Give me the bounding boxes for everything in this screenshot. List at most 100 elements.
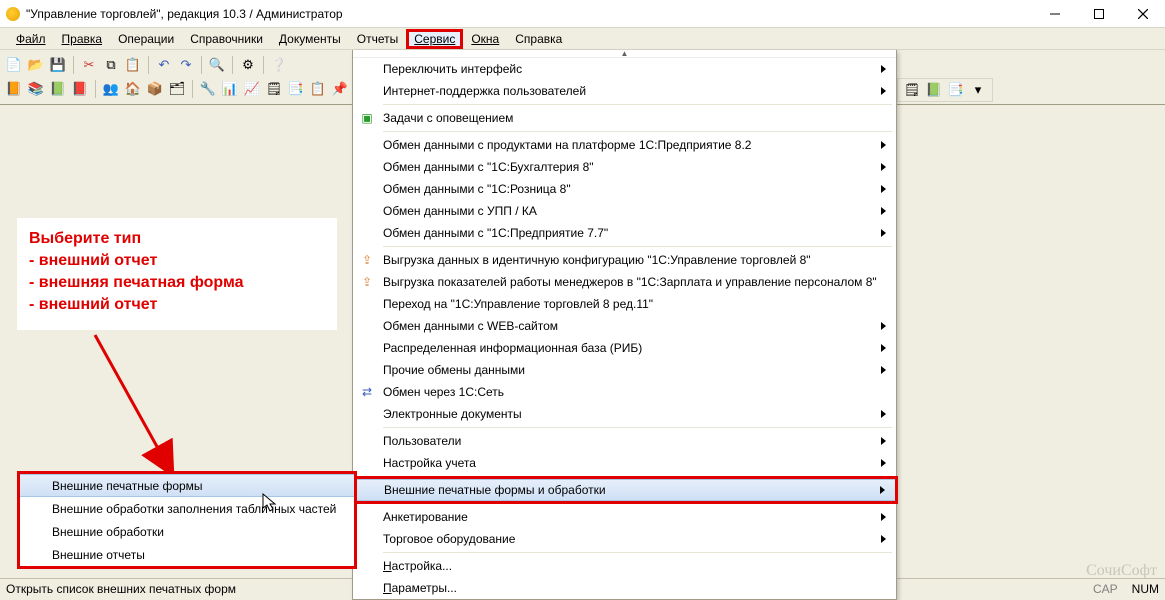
submenu-item[interactable]: Внешние обработки — [20, 520, 354, 543]
tb-copy-icon[interactable]: ⧉ — [101, 55, 121, 75]
status-indicators: CAP NUM — [1093, 582, 1159, 596]
tb-b-icon[interactable]: 📚 — [26, 79, 46, 99]
dropdown-item[interactable]: Внешние печатные формы и обработки — [354, 479, 895, 501]
dropdown-item-label: Обмен данными с продуктами на платформе … — [383, 138, 751, 152]
close-icon — [1138, 9, 1148, 19]
tb-g-icon[interactable]: 📦 — [145, 79, 165, 99]
dropdown-item[interactable]: Параметры... — [353, 577, 896, 599]
dropdown-item[interactable]: Анкетирование — [353, 506, 896, 528]
dropdown-item[interactable]: ▣Задачи с оповещением — [353, 107, 896, 129]
submenu-item[interactable]: Внешние отчеты — [20, 543, 354, 566]
dropdown-item-label: Переход на "1С:Управление торговлей 8 ре… — [383, 297, 653, 311]
tb-h-icon[interactable]: 🗂 — [167, 79, 187, 99]
tb-j-icon[interactable]: 📊 — [220, 79, 240, 99]
dropdown-item[interactable]: Настройка учета — [353, 452, 896, 474]
tb-f-icon[interactable]: 🏠 — [123, 79, 143, 99]
menu-operations[interactable]: Операции — [110, 30, 182, 48]
tb-tool-icon[interactable]: ⚙ — [238, 55, 258, 75]
tb-c-icon[interactable]: 📗 — [48, 79, 68, 99]
maximize-icon — [1094, 9, 1104, 19]
menu-windows[interactable]: Окна — [463, 30, 507, 48]
menu-label: Документы — [279, 32, 341, 46]
dropdown-item[interactable]: Пользователи — [353, 430, 896, 452]
tb-x3-icon[interactable]: 📑 — [946, 80, 966, 100]
tb-a-icon[interactable]: 📙 — [4, 79, 24, 99]
menu-file[interactable]: Файл — [8, 30, 54, 48]
dropdown-item[interactable]: Переключить интерфейс — [353, 58, 896, 80]
tb-l-icon[interactable]: 🗒 — [264, 79, 284, 99]
dropdown-item[interactable]: Обмен данными с "1С:Бухгалтерия 8" — [353, 156, 896, 178]
dropdown-item[interactable]: Интернет-поддержка пользователей — [353, 80, 896, 102]
dropdown-separator — [383, 131, 892, 132]
dropdown-item-label: Задачи с оповещением — [383, 111, 513, 125]
submenu-item[interactable]: Внешние печатные формы — [20, 474, 354, 497]
export-icon: ⇪ — [359, 252, 375, 268]
window-title: "Управление торговлей", редакция 10.3 / … — [26, 7, 343, 21]
tb-x4-icon[interactable]: ▾ — [968, 80, 988, 100]
maximize-button[interactable] — [1077, 0, 1121, 28]
dropdown-item[interactable]: Переход на "1С:Управление торговлей 8 ре… — [353, 293, 896, 315]
tb-m-icon[interactable]: 📑 — [286, 79, 306, 99]
title-bar: "Управление торговлей", редакция 10.3 / … — [0, 0, 1165, 28]
net-icon: ⇄ — [359, 384, 375, 400]
tb-sep — [73, 56, 74, 74]
dropdown-item[interactable]: ⇪Выгрузка данных в идентичную конфигурац… — [353, 249, 896, 271]
menu-label: Справочники — [190, 32, 263, 46]
tb-help-icon[interactable]: ❔ — [269, 55, 289, 75]
dropdown-item[interactable]: ⇄Обмен через 1С:Сеть — [353, 381, 896, 403]
dropdown-scroll-up-icon[interactable]: ▲ — [353, 50, 896, 58]
window-controls — [1033, 0, 1165, 28]
tb-save-icon[interactable]: 💾 — [48, 55, 68, 75]
tb-cut-icon[interactable]: ✂ — [79, 55, 99, 75]
dropdown-item-label: Анкетирование — [383, 510, 468, 524]
tb-x2-icon[interactable]: 📗 — [924, 80, 944, 100]
tb-open-icon[interactable]: 📂 — [26, 55, 46, 75]
dropdown-item[interactable]: Настройка... — [353, 555, 896, 577]
dropdown-item[interactable]: Обмен данными с WEB-сайтом — [353, 315, 896, 337]
dropdown-item[interactable]: Обмен данными с УПП / КА — [353, 200, 896, 222]
menu-bar: Файл Правка Операции Справочники Докумен… — [0, 28, 1165, 50]
tb-k-icon[interactable]: 📈 — [242, 79, 262, 99]
dropdown-separator — [383, 104, 892, 105]
menu-help[interactable]: Справка — [507, 30, 570, 48]
tb-undo-icon[interactable]: ↶ — [154, 55, 174, 75]
tb-n-icon[interactable]: 📋 — [308, 79, 328, 99]
status-hint: Открыть список внешних печатных форм — [6, 582, 236, 596]
tb-i-icon[interactable]: 🔧 — [198, 79, 218, 99]
dropdown-separator — [383, 246, 892, 247]
annotation-arrow — [85, 330, 195, 493]
menu-label: Сервис — [414, 32, 455, 46]
menu-documents[interactable]: Документы — [271, 30, 349, 48]
menu-service-highlight: Сервис — [406, 29, 463, 49]
dropdown-item[interactable]: Электронные документы — [353, 403, 896, 425]
tb-o-icon[interactable]: 📌 — [330, 79, 350, 99]
close-button[interactable] — [1121, 0, 1165, 28]
annotation-line: Выберите тип — [29, 228, 323, 250]
dropdown-item[interactable]: Торговое оборудование — [353, 528, 896, 550]
menu-reports[interactable]: Отчеты — [349, 30, 406, 48]
dropdown-item[interactable]: ⇪Выгрузка показателей работы менеджеров … — [353, 271, 896, 293]
tb-sep — [95, 80, 96, 98]
tb-redo-icon[interactable]: ↷ — [176, 55, 196, 75]
dropdown-item[interactable]: Обмен данными с "1С:Предприятие 7.7" — [353, 222, 896, 244]
tb-d-icon[interactable]: 📕 — [70, 79, 90, 99]
dropdown-item[interactable]: Прочие обмены данными — [353, 359, 896, 381]
tb-search-icon[interactable]: 🔍 — [207, 55, 227, 75]
submenu-item[interactable]: Внешние обработки заполнения табличных ч… — [20, 497, 354, 520]
tb-e-icon[interactable]: 👥 — [101, 79, 121, 99]
menu-edit[interactable]: Правка — [54, 30, 111, 48]
submenu-item-label: Внешние печатные формы — [52, 479, 203, 493]
minimize-button[interactable] — [1033, 0, 1077, 28]
dropdown-item[interactable]: Распределенная информационная база (РИБ) — [353, 337, 896, 359]
dropdown-item[interactable]: Обмен данными с "1С:Розница 8" — [353, 178, 896, 200]
menu-label: Окна — [471, 32, 499, 46]
annotation-line: - внешний отчет — [29, 294, 323, 316]
tb-paste-icon[interactable]: 📋 — [123, 55, 143, 75]
dropdown-item[interactable]: Обмен данными с продуктами на платформе … — [353, 134, 896, 156]
tb-new-icon[interactable]: 📄 — [4, 55, 24, 75]
dropdown-item-label: Настройка... — [383, 559, 452, 573]
tb-x1-icon[interactable]: 🗒 — [902, 80, 922, 100]
menu-service[interactable]: Сервис — [409, 32, 460, 46]
menu-directories[interactable]: Справочники — [182, 30, 271, 48]
status-num: NUM — [1132, 582, 1159, 596]
